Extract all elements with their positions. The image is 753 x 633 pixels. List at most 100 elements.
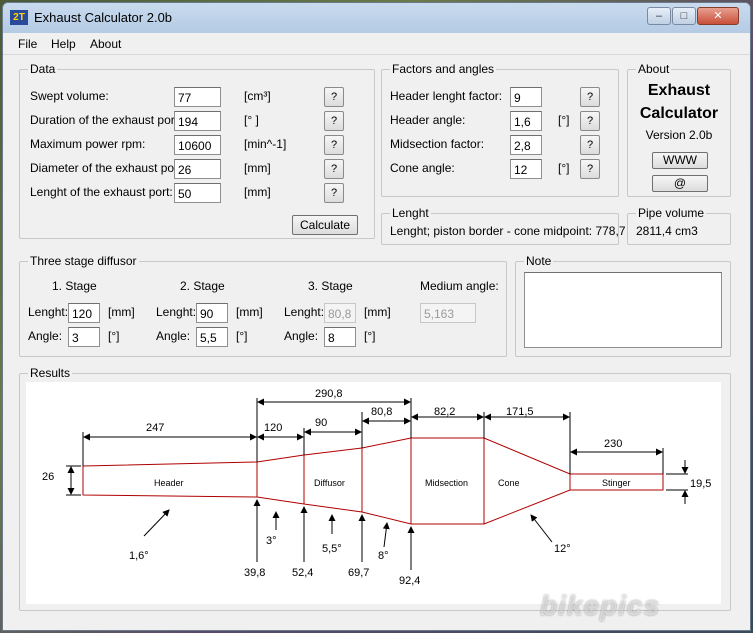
angle-stage1: 3° — [266, 535, 277, 547]
header-length-factor-label: Header lenght factor: — [390, 89, 503, 103]
menu-help[interactable]: Help — [51, 37, 76, 51]
stage2-angle-label: Angle: — [156, 329, 191, 343]
header-length-factor-input[interactable]: 9 — [510, 87, 542, 107]
cone-angle-help-button[interactable]: ? — [580, 159, 600, 179]
section-label-cone: Cone — [498, 478, 520, 488]
stage2-angle-input[interactable]: 5,5 — [196, 327, 228, 347]
section-label-diffusor: Diffusor — [314, 478, 345, 488]
cone-angle-label: Cone angle: — [390, 161, 455, 175]
stage1-length-input[interactable]: 120 — [68, 303, 100, 323]
swept-volume-help-button[interactable]: ? — [324, 87, 344, 107]
dim-stage1-length: 120 — [264, 422, 282, 434]
stage1-angle-input[interactable]: 3 — [68, 327, 100, 347]
length-result-text: Lenght; piston border - cone midpoint: 7… — [390, 224, 626, 238]
factors-group-legend: Factors and angles — [390, 62, 497, 76]
section-label-stinger: Stinger — [602, 478, 631, 488]
window-title: Exhaust Calculator 2.0b — [34, 10, 173, 25]
stage2-title: 2. Stage — [180, 279, 225, 293]
stage3-angle-label: Angle: — [284, 329, 319, 343]
port-length-unit: [mm] — [244, 185, 271, 199]
dim-cone-length: 171,5 — [506, 406, 534, 418]
exhaust-duration-unit: [° ] — [244, 113, 259, 127]
results-canvas: Header Diffusor Midsection Cone Stinger — [26, 382, 721, 604]
app-icon: 2T — [10, 10, 28, 25]
max-power-rpm-help-button[interactable]: ? — [324, 135, 344, 155]
email-button[interactable]: @ — [652, 175, 708, 192]
medium-angle-label: Medium angle: — [420, 279, 499, 293]
midsection-factor-input[interactable]: 2,8 — [510, 135, 542, 155]
stage3-length-input: 80,8 — [324, 303, 356, 323]
stage1-length-label: Lenght: — [28, 305, 69, 319]
header-angle-input[interactable]: 1,6 — [510, 111, 542, 131]
close-button[interactable]: ✕ — [697, 7, 739, 25]
stage2-length-unit: [mm] — [236, 305, 263, 319]
stage3-angle-input[interactable]: 8 — [324, 327, 356, 347]
dim-stage1-end-diameter: 52,4 — [292, 567, 313, 579]
data-group: Data Swept volume: 77 [cm³] ? Duration o… — [19, 62, 375, 239]
www-button[interactable]: WWW — [652, 152, 708, 169]
factors-group: Factors and angles Header lenght factor:… — [381, 62, 619, 197]
pipe-volume-result: 2811,4 cm3 — [636, 224, 698, 238]
angle-header: 1,6° — [129, 550, 149, 562]
minimize-button[interactable]: – — [647, 7, 671, 25]
stage2-length-input[interactable]: 90 — [196, 303, 228, 323]
port-diameter-input[interactable]: 26 — [174, 159, 221, 179]
length-group: Lenght Lenght; piston border - cone midp… — [381, 206, 626, 245]
stage3-length-label: Lenght: — [284, 305, 325, 319]
close-icon: ✕ — [713, 10, 723, 22]
note-group-legend: Note — [524, 254, 554, 268]
watermark-logo: bikepics — [540, 590, 661, 621]
max-power-rpm-label: Maximum power rpm: — [30, 137, 146, 151]
maximize-icon: □ — [680, 10, 688, 22]
angle-pointers — [143, 509, 553, 548]
port-length-help-button[interactable]: ? — [324, 183, 344, 203]
minimize-icon: – — [655, 10, 663, 22]
cone-angle-unit: [°] — [558, 161, 570, 175]
calculate-button[interactable]: Calculate — [292, 215, 358, 235]
dim-midsection-diameter: 92,4 — [399, 575, 420, 587]
pipe-volume-group: Pipe volume 2811,4 cm3 — [627, 206, 731, 245]
stage3-length-unit: [mm] — [364, 305, 391, 319]
angle-stage3: 8° — [378, 550, 389, 562]
note-group: Note — [515, 254, 731, 357]
exhaust-duration-label: Duration of the exhaust port: — [30, 113, 182, 127]
stage1-angle-label: Angle: — [28, 329, 63, 343]
data-group-legend: Data — [28, 62, 58, 76]
dim-midsection-length: 82,2 — [434, 406, 455, 418]
note-textarea[interactable] — [524, 272, 722, 348]
medium-angle-input: 5,163 — [420, 303, 476, 323]
port-diameter-label: Diameter of the exhaust port: — [30, 161, 185, 175]
exhaust-duration-help-button[interactable]: ? — [324, 111, 344, 131]
maximize-button[interactable]: □ — [672, 7, 696, 25]
max-power-rpm-input[interactable]: 10600 — [174, 135, 221, 155]
section-label-header: Header — [154, 478, 184, 488]
menu-about[interactable]: About — [90, 37, 121, 51]
title-bar[interactable]: 2T Exhaust Calculator 2.0b – □ ✕ — [3, 3, 750, 33]
about-version: Version 2.0b — [645, 128, 713, 142]
swept-volume-unit: [cm³] — [244, 89, 271, 103]
port-diameter-help-button[interactable]: ? — [324, 159, 344, 179]
header-length-factor-help-button[interactable]: ? — [580, 87, 600, 107]
cone-angle-input[interactable]: 12 — [510, 159, 542, 179]
exhaust-duration-input[interactable]: 194 — [174, 111, 221, 131]
about-title-line1: Exhaust — [647, 82, 711, 99]
about-title-line2: Calculator — [639, 105, 719, 122]
header-angle-unit: [°] — [558, 113, 570, 127]
header-angle-label: Header angle: — [390, 113, 466, 127]
diffusor-group-legend: Three stage diffusor — [28, 254, 139, 268]
dim-header-end-diameter: 39,8 — [244, 567, 265, 579]
dim-stage2-end-diameter: 69,7 — [348, 567, 369, 579]
stage3-title: 3. Stage — [308, 279, 353, 293]
menu-file[interactable]: File — [18, 37, 37, 51]
port-length-input[interactable]: 50 — [174, 183, 221, 203]
port-diameter-unit: [mm] — [244, 161, 271, 175]
results-group-legend: Results — [28, 366, 73, 380]
dim-stinger-length: 230 — [604, 438, 622, 450]
header-angle-help-button[interactable]: ? — [580, 111, 600, 131]
swept-volume-label: Swept volume: — [30, 89, 109, 103]
dim-stage2-length: 90 — [315, 417, 327, 429]
swept-volume-input[interactable]: 77 — [174, 87, 221, 107]
dim-header-length: 247 — [146, 422, 164, 434]
midsection-factor-help-button[interactable]: ? — [580, 135, 600, 155]
stage1-angle-unit: [°] — [108, 329, 120, 343]
